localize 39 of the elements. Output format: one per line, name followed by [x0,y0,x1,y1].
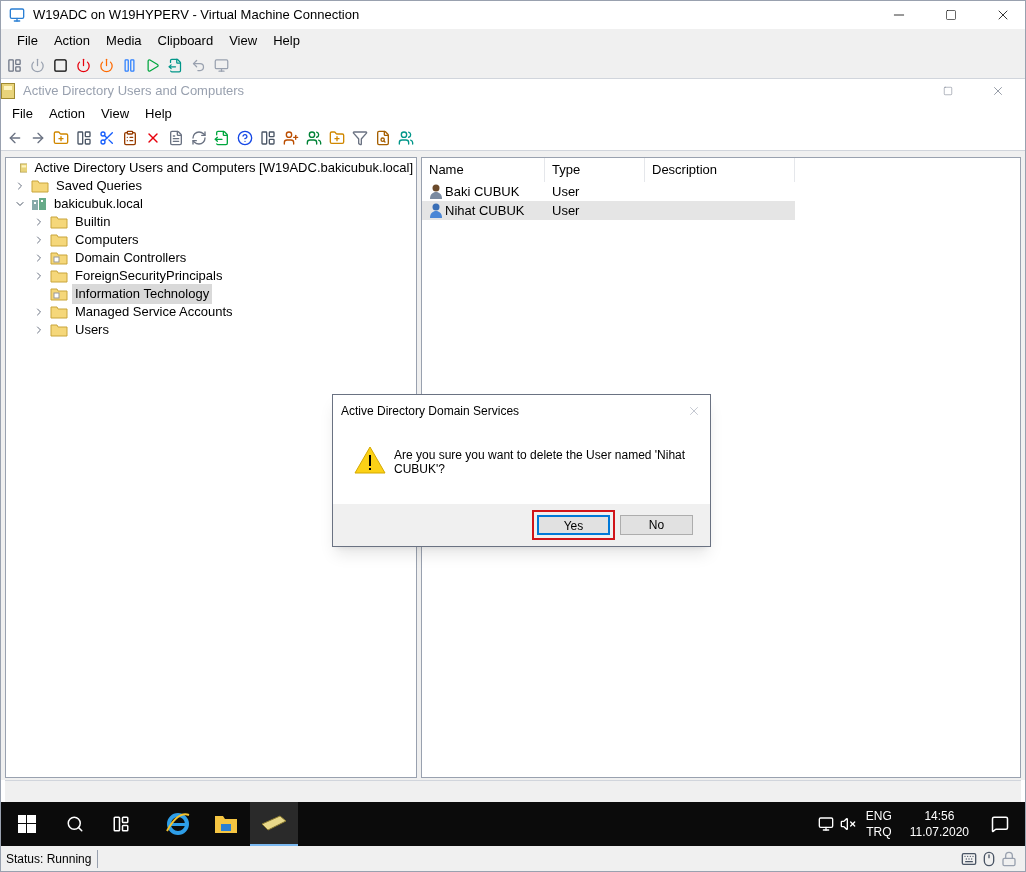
language-indicator[interactable]: ENG [865,808,892,824]
table-row[interactable]: Nihat CUBUK User [422,201,795,220]
tree-item[interactable]: bakicubuk.local [51,194,146,214]
column-header[interactable]: Type [545,158,645,182]
menu-item[interactable]: View [221,31,266,51]
menu-item[interactable]: File [9,31,46,51]
menu-item[interactable]: Media [98,31,150,51]
table-cell-text: Baki CUBUK [445,182,520,201]
tree-item[interactable]: Users [72,320,112,340]
table-row[interactable]: Baki CUBUK User [422,182,795,201]
tree-item[interactable]: Builtin [72,212,114,232]
column-header[interactable]: Name [422,158,545,182]
status-text: Status: Running [1,849,99,868]
table-cell-text: User [551,201,580,220]
tree-item[interactable]: Saved Queries [53,176,145,196]
tree-item[interactable]: Information Technology [72,284,213,304]
tree-item[interactable]: ForeignSecurityPrincipals [72,266,226,286]
menu-item[interactable]: Help [265,31,308,51]
tree-item[interactable]: Active Directory Users and Computers [W19ADC.bakicubuk.local] [31,158,416,178]
tree-item[interactable]: Domain Controllers [72,248,190,268]
menu-item[interactable]: Action [45,31,99,51]
window-title: W19ADC on W19HYPERV - Virtual Machine Connection [33,6,361,25]
table-cell-text: User [551,182,580,201]
menu-item[interactable]: File [4,104,41,124]
tree-item[interactable]: Computers [72,230,142,250]
menu-item[interactable]: Action [40,104,94,124]
table-cell-text: Nihat CUBUK [445,201,525,220]
window-title: Active Directory Users and Computers [23,82,246,101]
menu-item[interactable]: Clipboard [149,31,222,51]
menu-item[interactable]: Help [137,104,180,124]
language-indicator[interactable]: TRQ [866,824,892,840]
column-header[interactable]: Description [645,158,795,182]
menu-item[interactable]: View [93,104,138,124]
clock-date[interactable]: 11.07.2020 [909,824,969,840]
dialog-button[interactable]: No [620,515,693,535]
tree-item[interactable]: Managed Service Accounts [72,302,236,322]
dialog-message: Are you sure you want to delete the User named 'Nihat CUBUK'? [394,447,687,476]
clock-time[interactable]: 14:56 [924,808,955,824]
dialog-title: Active Directory Domain Services [341,403,521,420]
